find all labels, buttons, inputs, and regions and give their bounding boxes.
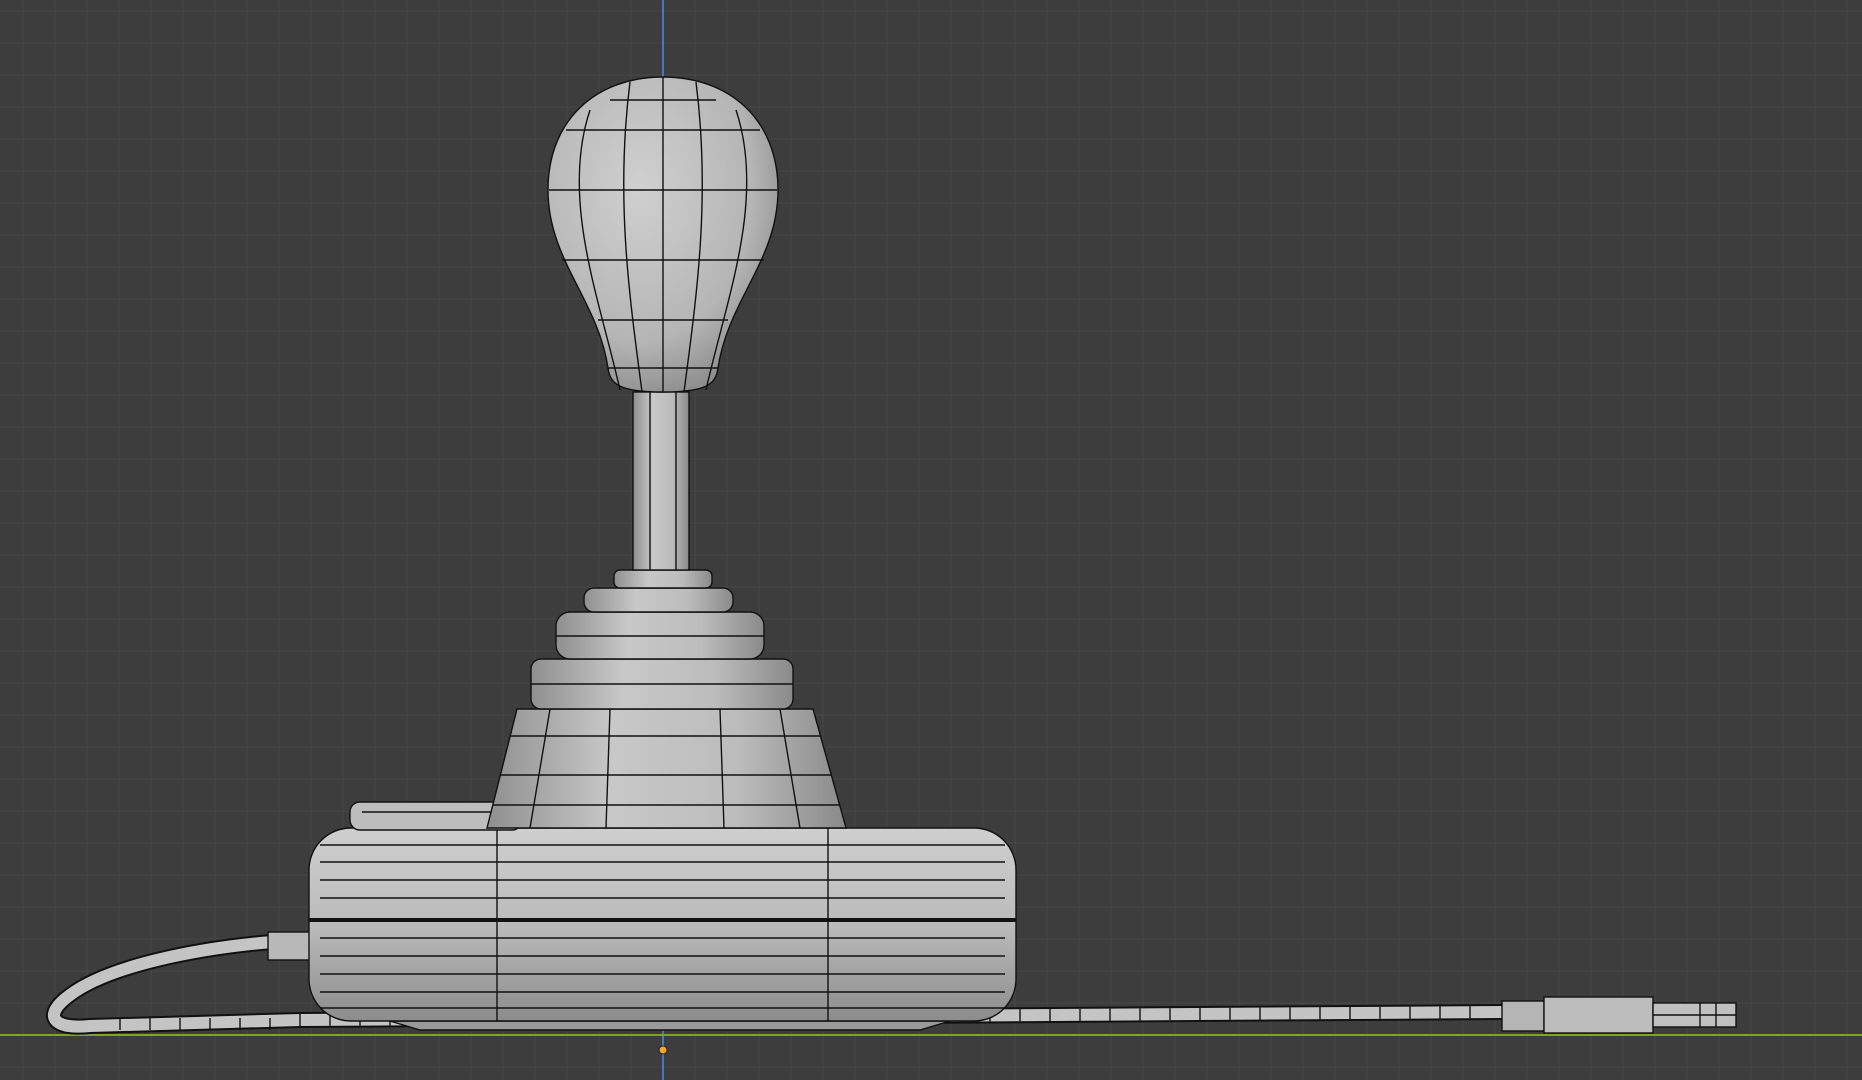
- stick-shaft: [632, 391, 690, 571]
- 3d-viewport[interactable]: [0, 0, 1862, 1080]
- viewport-canvas[interactable]: [0, 0, 1862, 1080]
- origin-point: [658, 1045, 668, 1055]
- stick-tier-1: [583, 587, 734, 613]
- stick-cone: [486, 708, 847, 829]
- base-feet: [389, 1020, 951, 1031]
- connector-body: [1543, 996, 1654, 1034]
- stick-collar: [613, 569, 713, 589]
- connector-neck: [1501, 1000, 1545, 1032]
- cable-strain-relief: [267, 931, 313, 961]
